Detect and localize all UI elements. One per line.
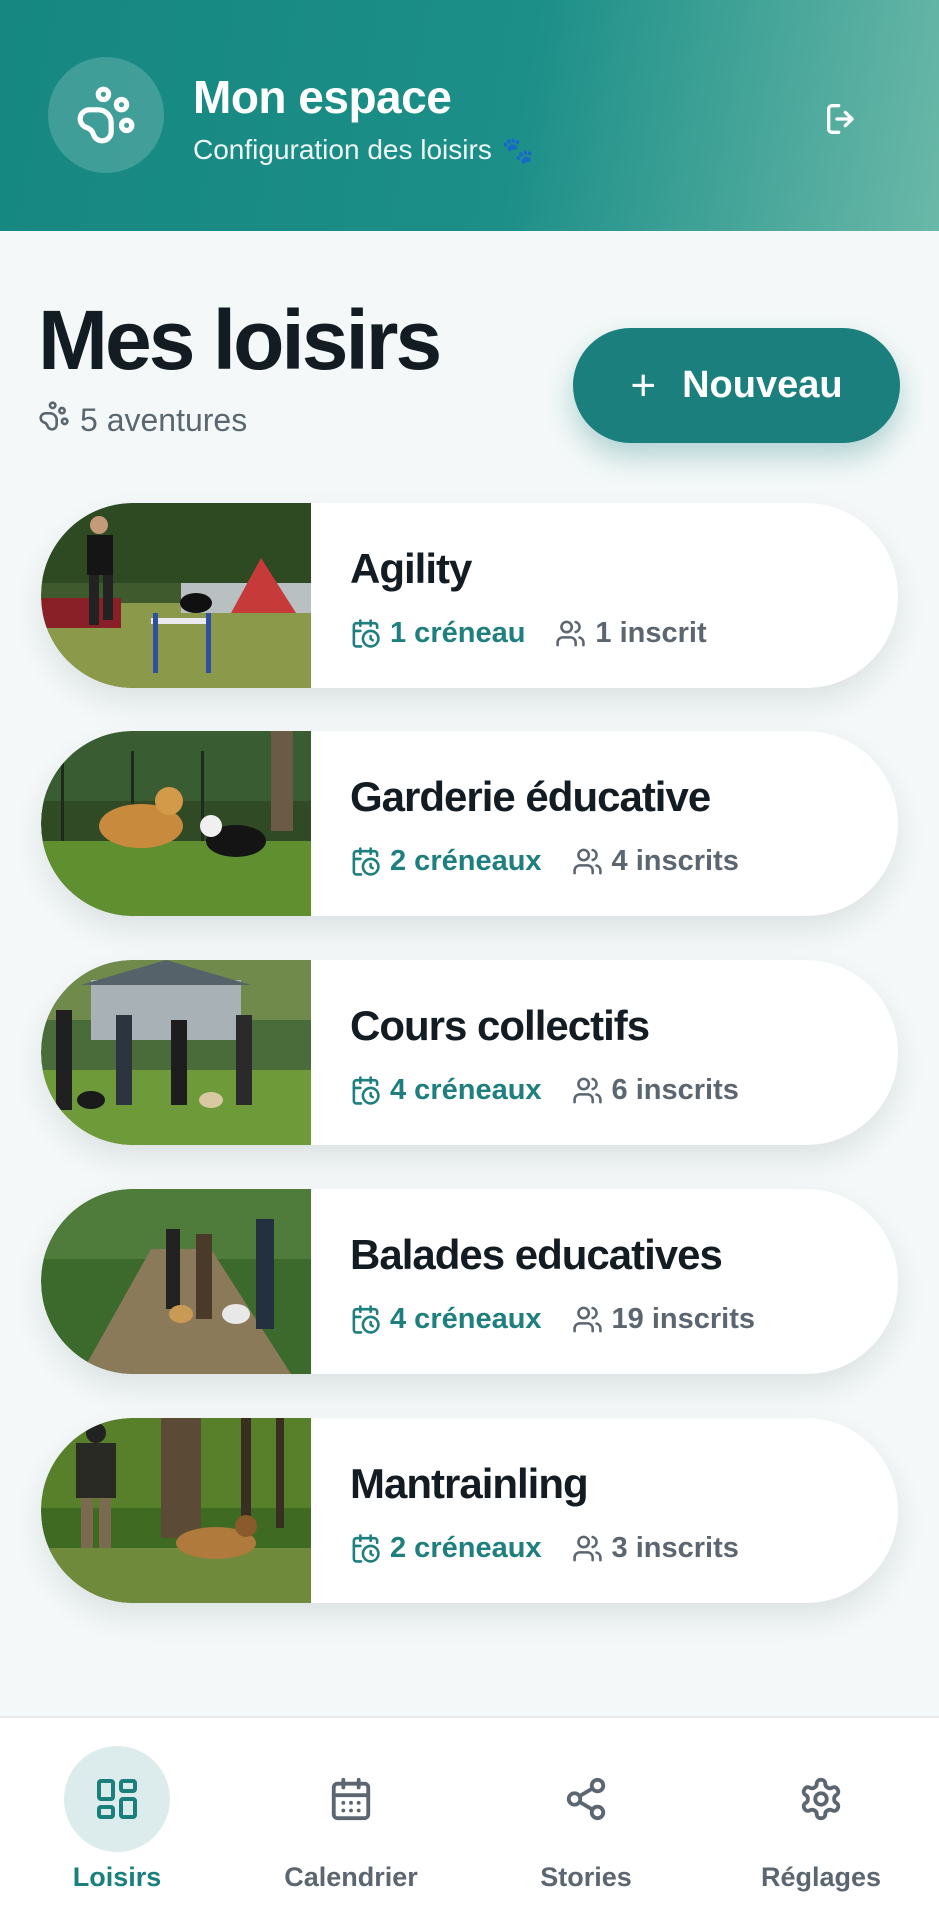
grid-icon — [64, 1746, 170, 1852]
activity-slots-label: 2 créneaux — [390, 1532, 542, 1564]
calendar-clock-icon — [352, 1076, 380, 1105]
activity-title: Garderie éducative — [350, 773, 711, 820]
header-subtitle-text: Configuration des loisirs — [193, 134, 492, 165]
activity-title: Mantrainling — [350, 1460, 589, 1507]
calendar-icon — [298, 1746, 404, 1852]
activity-members: 19 inscrits — [572, 1303, 755, 1336]
activity-card-garderie[interactable]: Garderie éducative 2 créneaux 4 inscrits — [41, 731, 898, 916]
paw-icon — [48, 57, 164, 173]
activity-card-mantrainling[interactable]: Mantrainling 2 créneaux 3 inscrits — [41, 1418, 898, 1603]
users-icon — [572, 1306, 602, 1333]
activity-slots-label: 1 créneau — [390, 617, 526, 649]
users-icon — [572, 1535, 602, 1562]
plus-icon: + — [630, 360, 657, 410]
logout-icon[interactable] — [815, 92, 869, 146]
activity-meta: 4 créneaux 6 inscrits — [350, 1074, 739, 1107]
activity-meta: 1 créneau 1 inscrit — [350, 617, 707, 650]
nav-label: Loisirs — [72, 1862, 162, 1892]
activity-meta: 4 créneaux 19 inscrits — [350, 1303, 755, 1336]
users-icon — [572, 848, 602, 875]
nav-item-reglages[interactable]: Réglages — [721, 1746, 921, 1896]
new-activity-label: Nouveau — [682, 364, 843, 406]
activity-photo — [41, 731, 311, 916]
activity-meta: 2 créneaux 4 inscrits — [350, 845, 739, 878]
calendar-clock-icon — [352, 1534, 380, 1563]
activity-photo — [41, 1418, 311, 1603]
calendar-clock-icon — [352, 619, 380, 648]
activity-slots: 2 créneaux — [350, 1532, 542, 1565]
activity-members: 3 inscrits — [572, 1532, 739, 1565]
activity-slots: 4 créneaux — [350, 1074, 542, 1107]
activity-members-label: 19 inscrits — [611, 1303, 756, 1335]
adventure-count: 5 aventures — [38, 400, 247, 440]
activity-slots-label: 2 créneaux — [390, 845, 542, 877]
nav-label: Calendrier — [284, 1862, 418, 1892]
activity-meta: 2 créneaux 3 inscrits — [350, 1532, 739, 1565]
adventure-count-label: 5 aventures — [80, 401, 248, 438]
activity-members: 6 inscrits — [572, 1074, 739, 1107]
nav-item-stories[interactable]: Stories — [486, 1746, 686, 1896]
activity-title: Balades educatives — [350, 1231, 723, 1278]
paw-small-icon — [38, 400, 70, 440]
nav-item-calendrier[interactable]: Calendrier — [251, 1746, 451, 1896]
activity-slots-label: 4 créneaux — [390, 1303, 542, 1335]
header-title: Mon espace — [193, 71, 452, 123]
activity-card-cours[interactable]: Cours collectifs 4 créneaux 6 inscrits — [41, 960, 898, 1145]
activity-members-label: 1 inscrit — [595, 617, 707, 649]
activity-photo — [41, 503, 311, 688]
activity-card-agility[interactable]: Agility 1 créneau 1 inscrit — [41, 503, 898, 688]
activity-slots: 4 créneaux — [350, 1303, 542, 1336]
activity-members: 4 inscrits — [572, 845, 739, 878]
activity-members-label: 6 inscrits — [611, 1074, 739, 1106]
activity-slots-label: 4 créneaux — [390, 1074, 542, 1106]
paws-icon: 🐾 — [501, 134, 535, 165]
users-icon — [572, 1077, 602, 1104]
activity-photo — [41, 960, 311, 1145]
page-title: Mes loisirs — [38, 293, 442, 387]
nav-label: Stories — [540, 1862, 632, 1892]
activity-members-label: 4 inscrits — [611, 845, 739, 877]
activity-card-balades[interactable]: Balades educatives 4 créneaux 19 inscrit… — [41, 1189, 898, 1374]
activity-slots: 1 créneau — [350, 617, 525, 650]
activity-photo — [41, 1189, 311, 1374]
calendar-clock-icon — [352, 847, 380, 876]
activity-members: 1 inscrit — [555, 617, 707, 650]
nav-item-loisirs[interactable]: Loisirs — [17, 1746, 217, 1896]
activity-title: Agility — [350, 545, 472, 592]
activity-slots: 2 créneaux — [350, 845, 542, 878]
nav-label: Réglages — [760, 1862, 882, 1892]
activity-title: Cours collectifs — [350, 1002, 650, 1049]
calendar-clock-icon — [352, 1305, 380, 1334]
activity-members-label: 3 inscrits — [611, 1532, 739, 1564]
gear-icon — [768, 1746, 874, 1852]
app-root: Mon espace Configuration des loisirs 🐾 M… — [0, 0, 939, 1920]
new-activity-button[interactable]: + Nouveau — [573, 328, 900, 443]
header-subtitle: Configuration des loisirs 🐾 — [193, 134, 534, 166]
bottom-nav: Loisirs Calendrier Stories Réglages — [0, 1716, 939, 1920]
share-icon — [533, 1746, 639, 1852]
users-icon — [556, 620, 586, 647]
app-header: Mon espace Configuration des loisirs 🐾 — [0, 0, 939, 231]
